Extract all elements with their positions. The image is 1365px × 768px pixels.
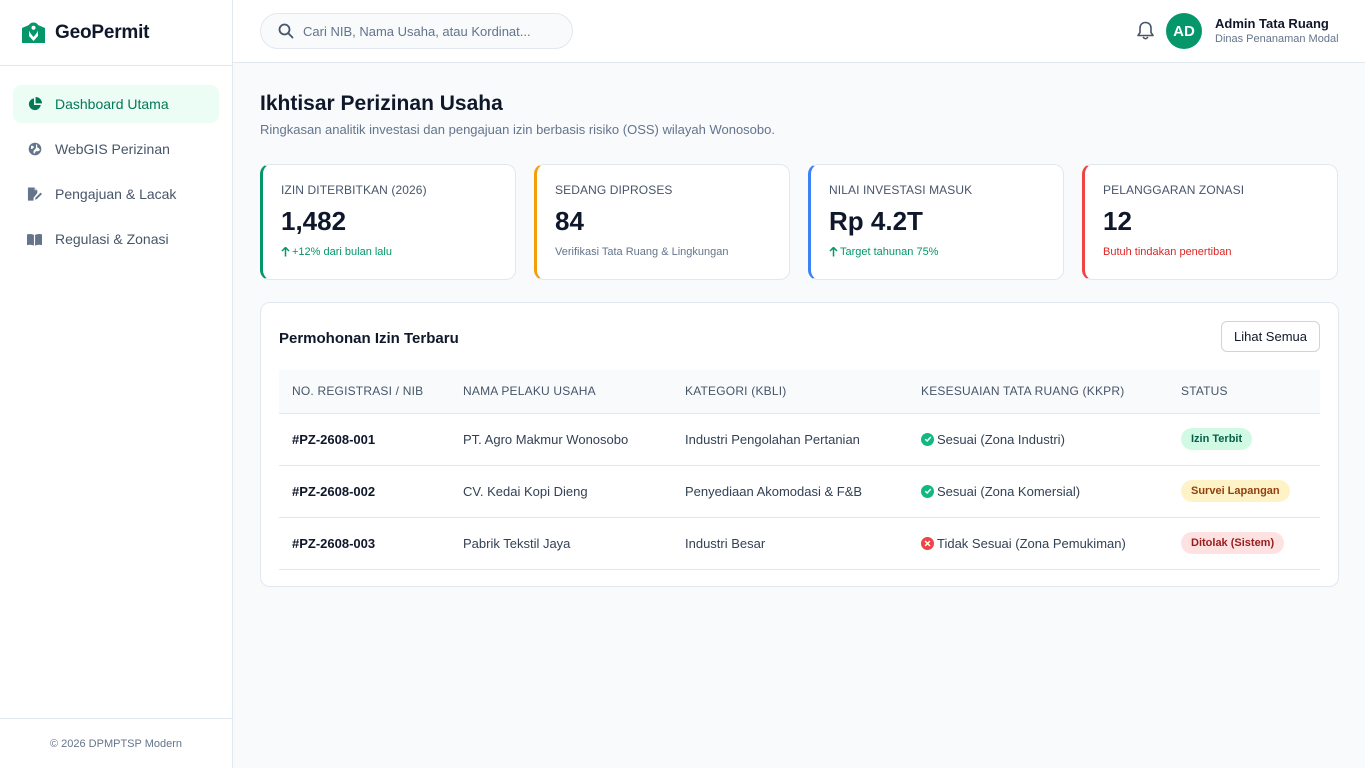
app-name: GeoPermit — [55, 21, 150, 43]
kkpr-status: Sesuai (Zona Komersial) — [921, 484, 1168, 499]
column-header: NO. REGISTRASI / NIB — [292, 384, 424, 399]
sidebar-item-label: Dashboard Utama — [55, 96, 169, 112]
topbar: AD Admin Tata Ruang Dinas Penanaman Moda… — [233, 0, 1365, 63]
avatar[interactable]: AD — [1166, 13, 1202, 49]
stat-note: Butuh tindakan penertiban — [1103, 246, 1232, 258]
column-header: NAMA PELAKU USAHA — [463, 384, 596, 399]
stat-card: SEDANG DIPROSES 84 Verifikasi Tata Ruang &… — [534, 164, 790, 280]
business-name: CV. Kedai Kopi Dieng — [463, 483, 588, 499]
x-circle-icon — [921, 536, 934, 550]
registration-number: #PZ-2608-001 — [292, 431, 376, 447]
table-row[interactable]: #PZ-2608-002 CV. Kedai Kopi Dieng Penyedia… — [279, 465, 1320, 517]
stat-card: IZIN DITERBITKAN (2026) 1,482 +12% dari bu… — [260, 164, 516, 280]
stat-note-wrap: Target tahunan 75% — [829, 246, 1063, 258]
kkpr-text: Sesuai (Zona Komersial) — [937, 483, 1081, 499]
book-open-icon — [27, 232, 42, 247]
status-cell: Survei Lapangan — [1168, 465, 1320, 517]
sidebar-footer: © 2026 DPMPTSP Modern — [0, 718, 232, 768]
card-title: Permohonan Izin Terbaru — [279, 330, 459, 347]
registration-number: #PZ-2608-003 — [292, 535, 376, 551]
stat-note-wrap: +12% dari bulan lalu — [281, 246, 515, 258]
page-title: Ikhtisar Perizinan Usaha — [260, 92, 503, 115]
main-content: Ikhtisar Perizinan Usaha Ringkasan anali… — [233, 63, 1365, 768]
column-header: KATEGORI (KBLI) — [685, 384, 787, 399]
stat-label: IZIN DITERBITKAN (2026) — [281, 183, 427, 197]
user-name: Admin Tata Ruang — [1215, 16, 1329, 31]
bell-icon[interactable] — [1136, 21, 1155, 41]
status-cell: Izin Terbit — [1168, 413, 1320, 465]
user-info[interactable]: Admin Tata Ruang Dinas Penanaman Modal — [1215, 16, 1339, 45]
recent-applications-card: Permohonan Izin Terbaru Lihat Semua NO. … — [260, 302, 1339, 587]
kkpr-status: Sesuai (Zona Industri) — [921, 432, 1168, 447]
kkpr-cell: Tidak Sesuai (Zona Pemukiman) — [908, 517, 1168, 569]
stat-note-wrap: Butuh tindakan penertiban — [1103, 246, 1337, 258]
status-cell: Ditolak (Sistem) — [1168, 517, 1320, 569]
sidebar-item-label: Pengajuan & Lacak — [55, 186, 177, 202]
stats-row: IZIN DITERBITKAN (2026) 1,482 +12% dari bu… — [260, 164, 1338, 280]
sidebar-nav: Dashboard Utama WebGIS Perizinan Pengaju… — [0, 66, 232, 258]
kkpr-cell: Sesuai (Zona Industri) — [908, 413, 1168, 465]
stat-label: NILAI INVESTASI MASUK — [829, 183, 973, 197]
stat-note: Verifikasi Tata Ruang & Lingkungan — [555, 246, 729, 258]
search-icon — [278, 23, 294, 39]
check-circle-icon — [921, 484, 934, 498]
stat-value: 1,482 — [281, 206, 347, 236]
kbli-category: Industri Pengolahan Pertanian — [685, 431, 860, 447]
sidebar-item-webgis[interactable]: WebGIS Perizinan — [13, 130, 219, 168]
view-all-button[interactable]: Lihat Semua — [1221, 321, 1320, 352]
stat-label: PELANGGARAN ZONASI — [1103, 183, 1245, 197]
column-header: STATUS — [1181, 384, 1228, 399]
status-badge: Izin Terbit — [1181, 428, 1253, 450]
stat-card: NILAI INVESTASI MASUK Rp 4.2T Target tahun… — [808, 164, 1064, 280]
kkpr-text: Sesuai (Zona Industri) — [937, 431, 1065, 447]
sidebar: GeoPermit Dashboard Utama WebGIS Perizin… — [0, 0, 233, 768]
brand[interactable]: GeoPermit — [0, 0, 232, 66]
user-role: Dinas Penanaman Modal — [1215, 33, 1339, 45]
business-name: PT. Agro Makmur Wonosobo — [463, 431, 629, 447]
stat-note: Target tahunan 75% — [840, 246, 939, 258]
stat-value: Rp 4.2T — [829, 206, 923, 236]
business-name: Pabrik Tekstil Jaya — [463, 535, 571, 551]
sidebar-item-label: WebGIS Perizinan — [55, 141, 170, 157]
applications-table: NO. REGISTRASI / NIB NAMA PELAKU USAHA K… — [279, 370, 1320, 570]
stat-value: 12 — [1103, 206, 1132, 236]
file-signature-icon — [27, 187, 42, 202]
status-badge: Ditolak (Sistem) — [1181, 532, 1285, 554]
search-box[interactable] — [260, 13, 573, 49]
registration-number: #PZ-2608-002 — [292, 483, 376, 499]
stat-card: PELANGGARAN ZONASI 12 Butuh tindakan pener… — [1082, 164, 1338, 280]
sidebar-item-pengajuan[interactable]: Pengajuan & Lacak — [13, 175, 219, 213]
status-badge: Survei Lapangan — [1181, 480, 1290, 502]
map-pin-logo-icon — [22, 22, 45, 43]
table-row[interactable]: #PZ-2608-003 Pabrik Tekstil Jaya Industri … — [279, 517, 1320, 569]
table-row[interactable]: #PZ-2608-001 PT. Agro Makmur Wonosobo Indu… — [279, 413, 1320, 465]
stat-note: +12% dari bulan lalu — [292, 246, 392, 258]
kkpr-text: Tidak Sesuai (Zona Pemukiman) — [937, 535, 1126, 551]
check-circle-icon — [921, 432, 934, 446]
stat-value: 84 — [555, 206, 584, 236]
pie-chart-icon — [27, 97, 42, 112]
kbli-category: Industri Besar — [685, 535, 766, 551]
globe-icon — [27, 142, 42, 157]
table-header-row: NO. REGISTRASI / NIB NAMA PELAKU USAHA K… — [279, 370, 1320, 413]
kkpr-status: Tidak Sesuai (Zona Pemukiman) — [921, 536, 1168, 551]
search-input[interactable] — [303, 23, 543, 39]
sidebar-item-label: Regulasi & Zonasi — [55, 231, 169, 247]
sidebar-item-dashboard[interactable]: Dashboard Utama — [13, 85, 219, 123]
column-header: KESESUAIAN TATA RUANG (KKPR) — [921, 384, 1125, 399]
arrow-up-icon — [829, 247, 838, 257]
kbli-category: Penyediaan Akomodasi & F&B — [685, 483, 863, 499]
kkpr-cell: Sesuai (Zona Komersial) — [908, 465, 1168, 517]
page-subtitle: Ringkasan analitik investasi dan pengaju… — [260, 122, 775, 137]
stat-label: SEDANG DIPROSES — [555, 183, 673, 197]
arrow-up-icon — [281, 247, 290, 257]
stat-note-wrap: Verifikasi Tata Ruang & Lingkungan — [555, 246, 789, 258]
sidebar-item-regulasi[interactable]: Regulasi & Zonasi — [13, 220, 219, 258]
